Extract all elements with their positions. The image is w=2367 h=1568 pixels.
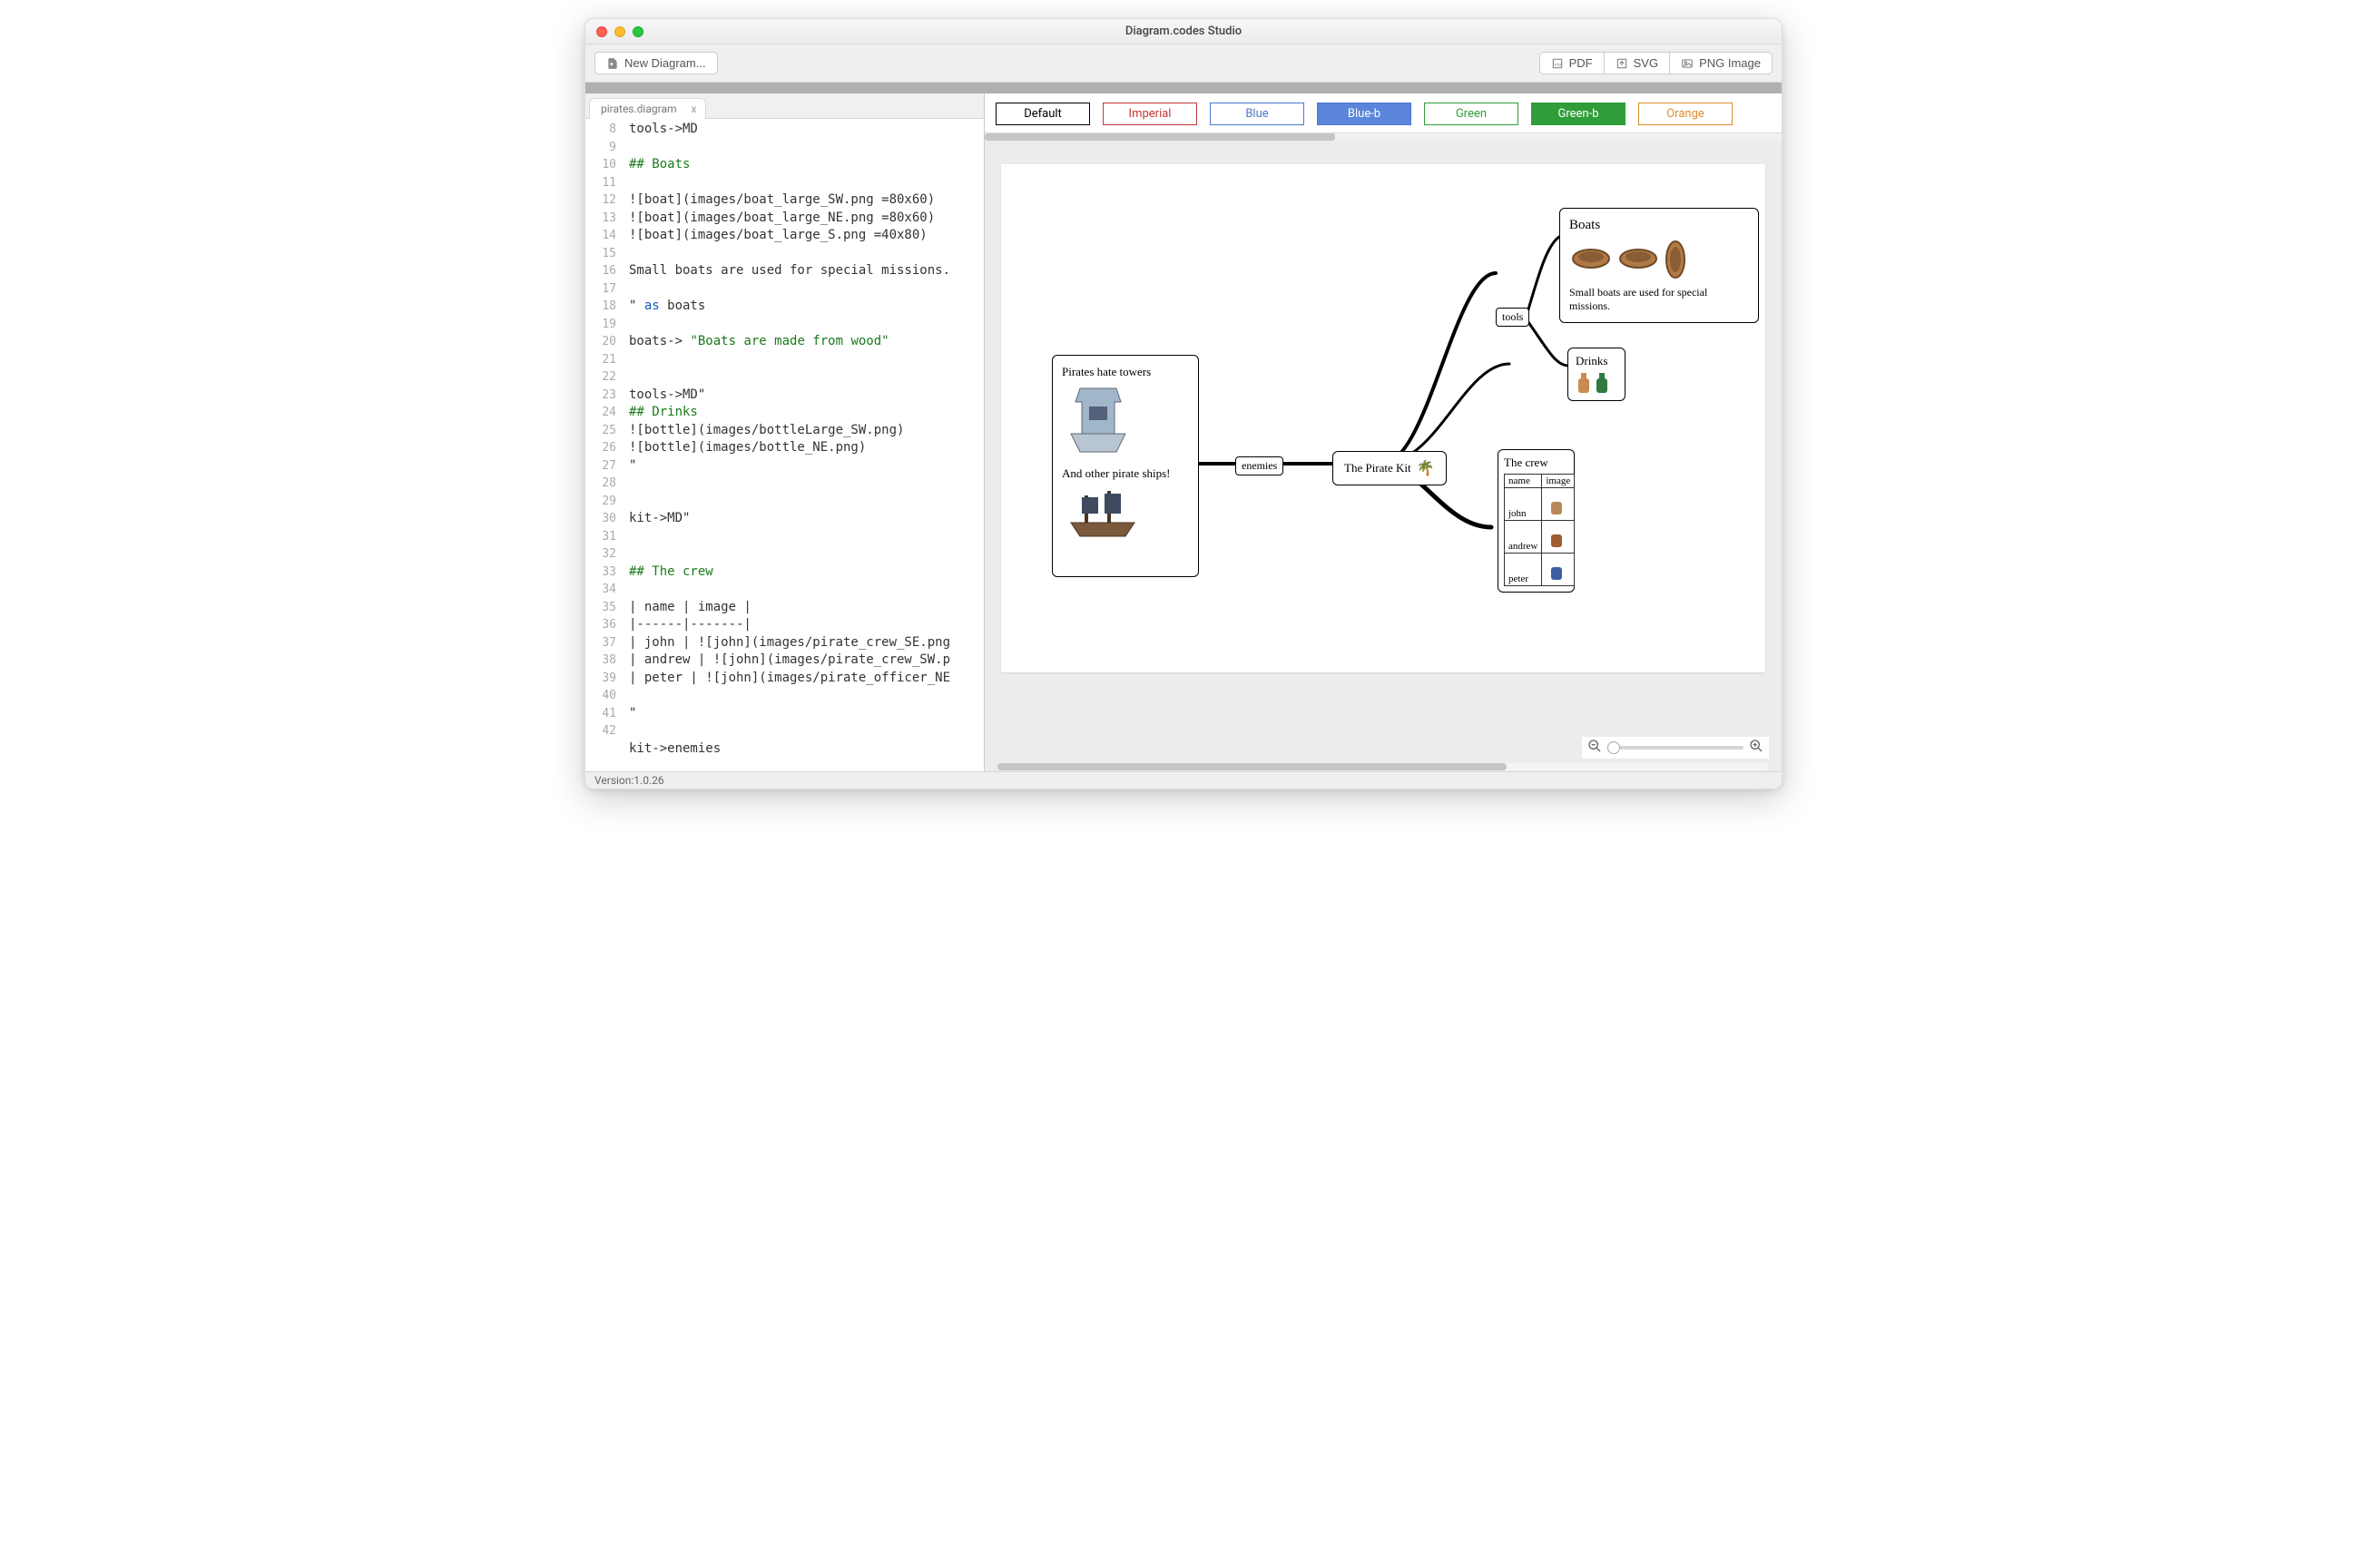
svg-export-icon bbox=[1616, 57, 1628, 70]
toolbar: New Diagram... PDF PDF SVG PNG Image bbox=[585, 44, 1782, 83]
table-row: andrew bbox=[1505, 521, 1575, 554]
new-diagram-button[interactable]: New Diagram... bbox=[594, 52, 718, 74]
crew-title: The crew bbox=[1504, 456, 1568, 470]
window-title: Diagram.codes Studio bbox=[585, 24, 1782, 38]
bottle-image-1 bbox=[1576, 371, 1592, 395]
edge-label-tools[interactable]: tools bbox=[1496, 308, 1529, 327]
crew-image bbox=[1546, 554, 1567, 582]
theme-chip-blue[interactable]: Blue bbox=[1210, 103, 1304, 125]
theme-chip-green[interactable]: Green bbox=[1424, 103, 1518, 125]
boat-image-3 bbox=[1664, 239, 1687, 280]
editor-tabs: pirates.diagram x bbox=[585, 93, 984, 119]
tab-close-icon[interactable]: x bbox=[688, 103, 701, 115]
node-crew[interactable]: The crew name image john andrew bbox=[1498, 449, 1575, 593]
diagram-canvas[interactable]: Pirates hate towers And other pirate shi… bbox=[1001, 164, 1765, 672]
bottle-image-2 bbox=[1594, 371, 1610, 395]
node-drinks[interactable]: Drinks bbox=[1567, 348, 1625, 401]
enemies-text-top: Pirates hate towers bbox=[1062, 365, 1189, 379]
code-content[interactable]: tools->MD ## Boats ![boat](images/boat_l… bbox=[624, 119, 956, 771]
editor-pane: pirates.diagram x 8910111213141516171819… bbox=[585, 93, 985, 771]
preview-hscroll[interactable] bbox=[985, 762, 1782, 771]
table-row: peter bbox=[1505, 554, 1575, 586]
boat-image-2 bbox=[1616, 239, 1660, 271]
theme-chip-default[interactable]: Default bbox=[996, 103, 1090, 125]
new-diagram-label: New Diagram... bbox=[624, 56, 706, 70]
ship-image bbox=[1062, 486, 1144, 541]
crew-col-name: name bbox=[1505, 475, 1542, 488]
table-row: john bbox=[1505, 488, 1575, 521]
zoom-slider-thumb[interactable] bbox=[1607, 741, 1620, 754]
node-center[interactable]: The Pirate Kit 🌴 bbox=[1332, 451, 1447, 485]
export-pdf-button[interactable]: PDF PDF bbox=[1539, 52, 1605, 74]
svg-text:PDF: PDF bbox=[1554, 62, 1562, 66]
new-file-icon bbox=[606, 57, 619, 70]
theme-chip-imperial[interactable]: Imperial bbox=[1103, 103, 1197, 125]
enemies-text-bottom: And other pirate ships! bbox=[1062, 466, 1189, 481]
pdf-icon: PDF bbox=[1551, 57, 1564, 70]
export-svg-button[interactable]: SVG bbox=[1604, 52, 1670, 74]
theme-scrollbar[interactable] bbox=[985, 133, 1782, 141]
crew-col-image: image bbox=[1542, 475, 1575, 488]
node-boats[interactable]: Boats Small boats are used for special m… bbox=[1559, 208, 1759, 323]
image-icon bbox=[1681, 57, 1694, 70]
boat-image-1 bbox=[1569, 239, 1613, 271]
crew-image bbox=[1546, 522, 1567, 549]
node-enemies[interactable]: Pirates hate towers And other pirate shi… bbox=[1052, 355, 1199, 577]
theme-chip-green-b[interactable]: Green-b bbox=[1531, 103, 1625, 125]
preview-pane: Default Imperial Blue Blue-b Green Green-b Ora… bbox=[985, 93, 1782, 771]
canvas-viewport[interactable]: Pirates hate towers And other pirate shi… bbox=[985, 141, 1782, 762]
status-bar: Version:1.0.26 bbox=[585, 771, 1782, 789]
center-label: The Pirate Kit bbox=[1344, 461, 1411, 475]
zoom-slider[interactable] bbox=[1607, 746, 1743, 750]
zoom-in-icon[interactable] bbox=[1749, 739, 1763, 757]
titlebar: Diagram.codes Studio bbox=[585, 19, 1782, 44]
drinks-title: Drinks bbox=[1576, 354, 1617, 368]
divider-strip bbox=[585, 83, 1782, 93]
crew-table: name image john andrew bbox=[1504, 474, 1575, 586]
zoom-out-icon[interactable] bbox=[1587, 739, 1602, 757]
boats-title: Boats bbox=[1569, 218, 1749, 233]
version-label: Version:1.0.26 bbox=[594, 774, 664, 787]
crew-image bbox=[1546, 489, 1567, 516]
tower-image bbox=[1062, 379, 1134, 461]
palm-tree-icon: 🌴 bbox=[1417, 459, 1435, 477]
theme-chip-blue-b[interactable]: Blue-b bbox=[1317, 103, 1411, 125]
line-gutter: 8910111213141516171819202122232425262728… bbox=[585, 119, 624, 771]
tab-label: pirates.diagram bbox=[601, 103, 677, 115]
zoom-controls bbox=[1582, 737, 1769, 759]
theme-selector-row: Default Imperial Blue Blue-b Green Green-b Ora… bbox=[985, 93, 1782, 133]
tab-pirates[interactable]: pirates.diagram x bbox=[589, 98, 706, 119]
app-window: Diagram.codes Studio New Diagram... PDF … bbox=[584, 18, 1783, 789]
theme-chip-orange[interactable]: Orange bbox=[1638, 103, 1733, 125]
boats-caption: Small boats are used for special mission… bbox=[1569, 286, 1749, 313]
edge-label-enemies[interactable]: enemies bbox=[1235, 456, 1283, 475]
export-png-button[interactable]: PNG Image bbox=[1669, 52, 1773, 74]
code-editor[interactable]: 8910111213141516171819202122232425262728… bbox=[585, 119, 984, 771]
